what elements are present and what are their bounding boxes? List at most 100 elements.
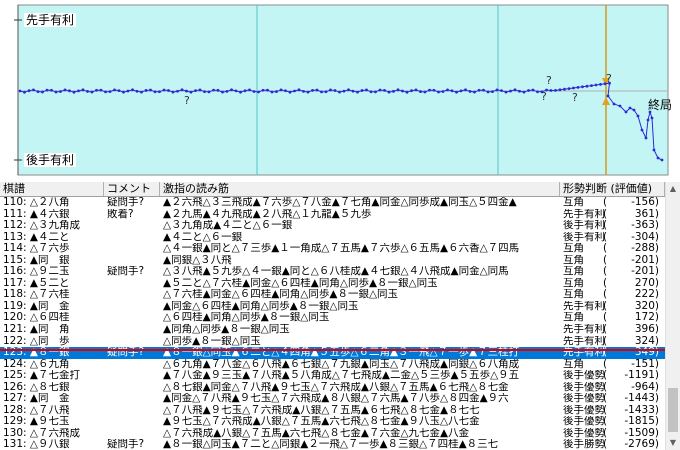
evaluation-point	[581, 85, 584, 89]
cell-judgement: 後手有利(-304)	[560, 232, 665, 244]
evaluation-point	[455, 90, 458, 94]
judgement-text: 後手優勢	[563, 427, 605, 439]
cell-move: 113: ▲４二と	[3, 231, 70, 243]
cell-pv: △６四桂▲同角△同歩▲８一銀△同玉	[163, 312, 330, 324]
evaluation-point	[104, 90, 107, 94]
table-row[interactable]: 112: △３九角成 △３九角成▲４二と△６一銀 後手有利(-363)	[0, 220, 665, 232]
table-row[interactable]: 128: △７八飛 △７八飛▲９七玉△７六飛成▲八銀△７五馬▲６七飛△８七金▲８七…	[0, 405, 665, 417]
vertical-scrollbar[interactable]: ▲ ▼	[665, 182, 680, 450]
judgement-text: 互角	[563, 243, 584, 255]
evaluation-graph[interactable]: ????? 先手有利 後手有利 終局	[0, 0, 680, 182]
evaluation-point	[252, 90, 256, 93]
cell-comment	[104, 289, 160, 301]
evaluation-point	[441, 90, 445, 93]
evaluation-point	[54, 90, 58, 94]
table-row[interactable]: 121: ▲同 角 ▲同角△同歩▲８一銀△同玉 先手有利(396)	[0, 324, 665, 336]
cell-comment	[104, 405, 160, 417]
judgement-text: 後手勝勢	[563, 439, 605, 450]
table-row[interactable]: 119: ▲同 金 ▲同金△６四桂▲同角△同歩▲８一銀△同玉 先手有利(320)	[0, 301, 665, 313]
evaluation-point	[59, 90, 62, 93]
cell-judgement: 後手有利(-363)	[560, 220, 665, 232]
table-row[interactable]: 131: △９八銀 疑問手? ▲８一銀△同玉▲７二と△同銀▲２一飛△７一歩▲８三銀△…	[0, 439, 665, 450]
evaluation-point	[624, 110, 628, 114]
cell-move: 121: ▲同 角	[3, 324, 70, 336]
scroll-down-arrow-icon[interactable]: ▼	[666, 436, 680, 450]
evaluation-point	[531, 88, 535, 92]
table-row[interactable]: 130: △７六飛成 △７六飛成▲八銀△７五馬▲六七飛△８七金▲７六金△九七金▲八…	[0, 428, 665, 440]
evaluation-graph-canvas[interactable]: ?????	[0, 0, 680, 182]
evaluation-point	[135, 89, 139, 93]
evaluation-point	[113, 88, 116, 92]
evaluation-point	[297, 88, 301, 92]
evaluation-point	[315, 88, 319, 92]
evaluation-point	[23, 90, 26, 94]
table-row[interactable]: 129: ▲９七玉 ▲９七玉△７六飛成▲八銀△７五馬▲六七飛△８七金▲９八玉△八七…	[0, 416, 665, 428]
evaluation-point	[216, 88, 220, 92]
evaluation-point	[243, 89, 247, 93]
table-row[interactable]: 126: △８七銀 △８七銀▲同金△７八飛▲９七玉△７六飛成▲八銀△７五馬▲６七飛…	[0, 382, 665, 394]
evaluation-point	[656, 156, 660, 160]
judgement-text: 後手優勢	[563, 381, 605, 393]
evaluation-point	[32, 88, 35, 92]
evaluation-point	[288, 90, 292, 94]
scrollbar-thumb[interactable]	[668, 388, 678, 432]
table-row[interactable]: 125: ▲７七金打 ▲７八金▲９三玉▲７八飛▲５八角成△７七飛成▲二金△５三歩▲…	[0, 370, 665, 382]
table-row[interactable]: 115: ▲同 銀 ▲同銀△３八飛 互角(-201)	[0, 255, 665, 267]
cell-judgement: 互角(172)	[560, 312, 665, 324]
column-header-judgement[interactable]: 形勢判断 (評価値)	[560, 182, 665, 196]
scroll-up-arrow-icon[interactable]: ▲	[666, 182, 680, 196]
judgement-value: -288)	[631, 243, 659, 255]
evaluation-point	[527, 89, 530, 92]
cell-pv: △同歩▲８一銀△同玉	[163, 335, 261, 347]
cell-judgement: 互角(-156)	[560, 197, 665, 209]
evaluation-point	[45, 88, 49, 92]
column-header-moves[interactable]: 棋譜	[0, 182, 104, 196]
cell-judgement: 後手優勢(-1815)	[560, 416, 665, 428]
table-row[interactable]: 120: △６四桂 △６四桂▲同角△同歩▲８一銀△同玉 互角(172)	[0, 312, 665, 324]
evaluation-point	[486, 90, 490, 94]
graph-label-gote-advantage: 後手有利	[24, 153, 77, 167]
evaluation-point	[90, 90, 94, 94]
table-row[interactable]: 113: ▲４二と ▲４二と△６一銀 後手有利(-304)	[0, 232, 665, 244]
evaluation-point	[68, 89, 71, 93]
table-row[interactable]: 118: △７六桂 △７六桂▲同金△６四桂▲同角△同歩▲８一銀△同玉 互角(222)	[0, 289, 665, 301]
evaluation-point	[117, 89, 121, 93]
questionable-move-mark: ?	[572, 91, 578, 104]
evaluation-point	[650, 116, 654, 120]
table-row[interactable]: 124: △６九角 △６九角▲７八金△６八飛▲６七銀△７九銀▲同玉△７八飛成▲同銀…	[0, 359, 665, 371]
evaluation-point	[644, 136, 648, 140]
evaluation-point	[572, 86, 575, 90]
judgement-text: 後手優勢	[563, 404, 605, 416]
cell-comment: 疑問手?	[107, 439, 145, 450]
table-row[interactable]: 111: ▲４六銀 敗着? ▲２九馬▲４九飛成▲２八飛△１九龍▲５九歩 先手有利(36…	[0, 209, 665, 221]
judgement-text: 後手有利	[563, 231, 605, 243]
judgement-value: 361)	[634, 208, 659, 220]
table-row[interactable]: 110: △２八角 疑問手? ▲２六飛△３三飛成▲７六歩△７八金▲７七角▲同金△同歩…	[0, 197, 665, 209]
judgement-value: 222)	[634, 289, 659, 301]
column-header-pv[interactable]: 激指の読み筋	[160, 182, 560, 196]
column-header-comment[interactable]: コメント	[104, 182, 160, 196]
judgement-text: 後手優勢	[563, 370, 605, 382]
table-row[interactable]: 127: ▲同 金 ▲同金△７八飛▲９七玉△７六飛成▲８八銀△７六馬▲７八歩△８四…	[0, 393, 665, 405]
cell-move: 126: △８七銀	[3, 381, 70, 393]
cell-move: 125: ▲７七金打	[3, 370, 80, 382]
table-row[interactable]: 122: △同 歩 △同歩▲８一銀△同玉 先手有利(324)	[0, 336, 665, 348]
evaluation-point	[387, 90, 391, 94]
evaluation-point	[504, 90, 508, 94]
evaluation-point	[347, 88, 350, 92]
cell-comment	[104, 312, 160, 324]
table-body[interactable]: 110: △２八角 疑問手? ▲２六飛△３三飛成▲７六歩△７八金▲７七角▲同金△同歩…	[0, 197, 665, 450]
evaluation-point	[131, 88, 134, 92]
cell-comment	[104, 220, 160, 232]
evaluation-point	[149, 88, 152, 92]
table-row[interactable]: 116: △９二玉 疑問手? △３八飛▲５九歩△４一銀▲同と△６八桂成▲４七銀△４八…	[0, 266, 665, 278]
table-row[interactable]: 114: △７六歩 △４一銀▲同と△７三歩▲１一角成△７五馬▲７六歩△６五馬▲６六…	[0, 243, 665, 255]
evaluation-point	[95, 88, 98, 92]
evaluation-point	[239, 90, 242, 94]
evaluation-point	[563, 87, 566, 91]
table-row[interactable]: 117: ▲５二と ▲５二と△７六桂▲同金△６四桂▲同角△同歩▲８一銀△同玉 互角(…	[0, 278, 665, 290]
evaluation-point	[410, 89, 413, 93]
evaluation-point	[36, 90, 40, 93]
cell-pv: ▲８一銀△同玉▲７二と△同銀▲２一飛△７一歩▲８三銀△７四桂▲８三七	[163, 439, 499, 450]
evaluation-point	[198, 88, 202, 92]
